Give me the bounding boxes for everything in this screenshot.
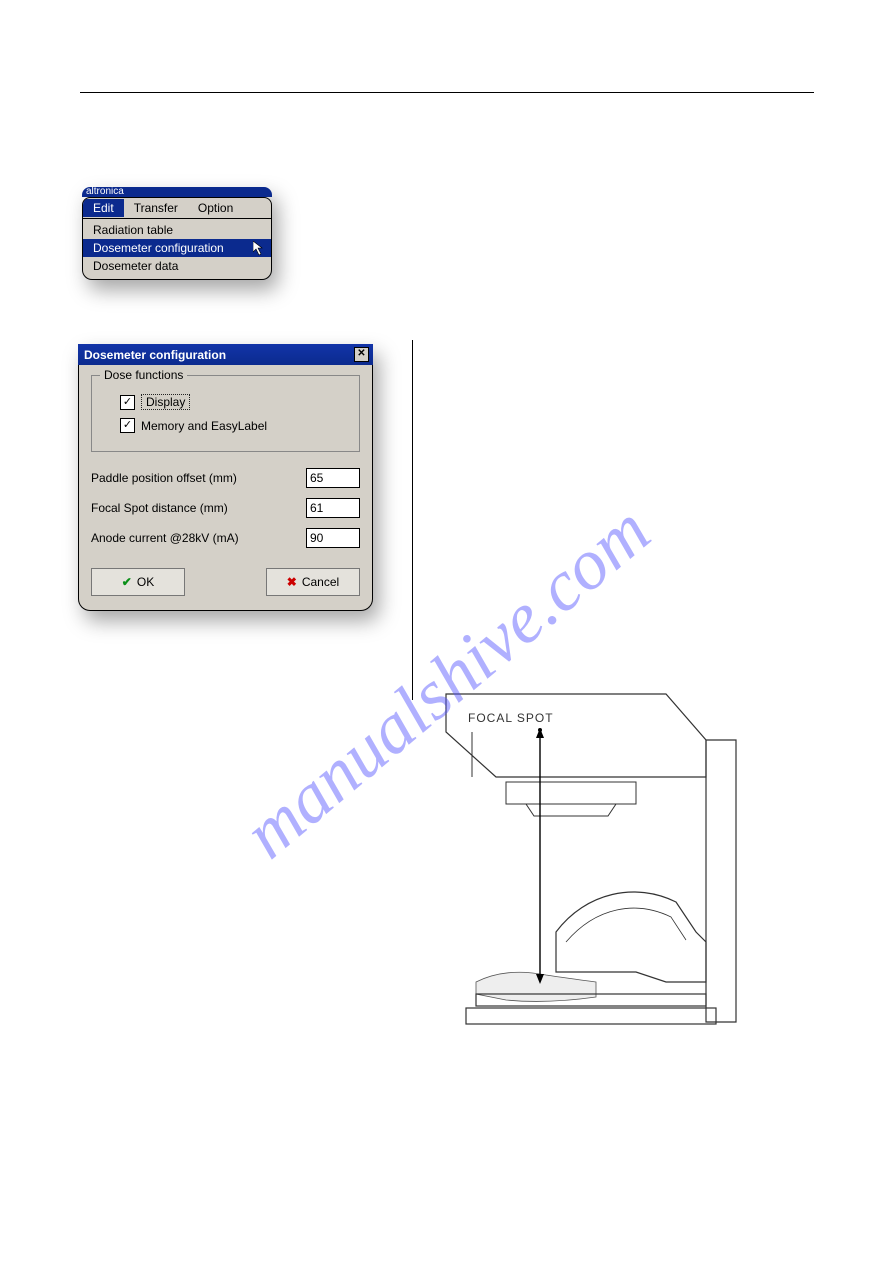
dose-functions-group: Dose functions ✓ Display ✓ Memory and Ea… bbox=[91, 375, 360, 452]
dropdown-radiation-table[interactable]: Radiation table bbox=[83, 221, 271, 239]
focal-spot-value[interactable]: 61 bbox=[306, 498, 360, 518]
dropdown: Radiation table Dosemeter configuration … bbox=[82, 219, 272, 280]
vertical-divider bbox=[412, 340, 413, 700]
checkbox-memory-row: ✓ Memory and EasyLabel bbox=[120, 418, 349, 433]
dropdown-dosemeter-data[interactable]: Dosemeter data bbox=[83, 257, 271, 275]
anode-current-value[interactable]: 90 bbox=[306, 528, 360, 548]
x-icon: ✖ bbox=[287, 575, 297, 589]
dropdown-dosemeter-configuration[interactable]: Dosemeter configuration bbox=[83, 239, 271, 257]
machine-diagram: FOCAL SPOT bbox=[436, 682, 806, 1062]
checkbox-display-row: ✓ Display bbox=[120, 394, 349, 410]
menu-edit[interactable]: Edit bbox=[83, 199, 124, 217]
checkbox-display-label: Display bbox=[141, 394, 190, 410]
checkbox-memory[interactable]: ✓ bbox=[120, 418, 135, 433]
ok-button[interactable]: ✔ OK bbox=[91, 568, 185, 596]
focal-spot-label: Focal Spot distance (mm) bbox=[91, 501, 228, 515]
dialog-screenshot: Dosemeter configuration ✕ Dose functions… bbox=[78, 344, 373, 611]
dialog-body: Dose functions ✓ Display ✓ Memory and Ea… bbox=[78, 365, 373, 611]
group-label: Dose functions bbox=[100, 368, 187, 382]
menu-option[interactable]: Option bbox=[188, 199, 243, 217]
cursor-icon bbox=[253, 241, 267, 260]
menubar: Edit Transfer Option bbox=[82, 197, 272, 219]
horizontal-rule bbox=[80, 92, 814, 93]
dialog-titlebar: Dosemeter configuration ✕ bbox=[78, 344, 373, 365]
cancel-button-label: Cancel bbox=[302, 575, 339, 589]
ok-button-label: OK bbox=[137, 575, 154, 589]
dialog-title-text: Dosemeter configuration bbox=[84, 348, 226, 362]
checkbox-display[interactable]: ✓ bbox=[120, 395, 135, 410]
button-row: ✔ OK ✖ Cancel bbox=[91, 568, 360, 596]
close-icon[interactable]: ✕ bbox=[354, 347, 369, 362]
paddle-offset-row: Paddle position offset (mm) 65 bbox=[91, 468, 360, 488]
window-title-fragment: altronica bbox=[82, 187, 272, 197]
check-icon: ✔ bbox=[122, 575, 132, 589]
paddle-offset-value[interactable]: 65 bbox=[306, 468, 360, 488]
cancel-button[interactable]: ✖ Cancel bbox=[266, 568, 360, 596]
checkbox-memory-label: Memory and EasyLabel bbox=[141, 419, 267, 433]
anode-current-label: Anode current @28kV (mA) bbox=[91, 531, 239, 545]
focal-spot-row: Focal Spot distance (mm) 61 bbox=[91, 498, 360, 518]
menu-transfer[interactable]: Transfer bbox=[124, 199, 188, 217]
anode-current-row: Anode current @28kV (mA) 90 bbox=[91, 528, 360, 548]
menu-screenshot: altronica Edit Transfer Option Radiation… bbox=[82, 187, 272, 280]
dropdown-item-label: Dosemeter configuration bbox=[93, 241, 224, 255]
paddle-offset-label: Paddle position offset (mm) bbox=[91, 471, 237, 485]
focal-spot-text: FOCAL SPOT bbox=[468, 711, 554, 725]
